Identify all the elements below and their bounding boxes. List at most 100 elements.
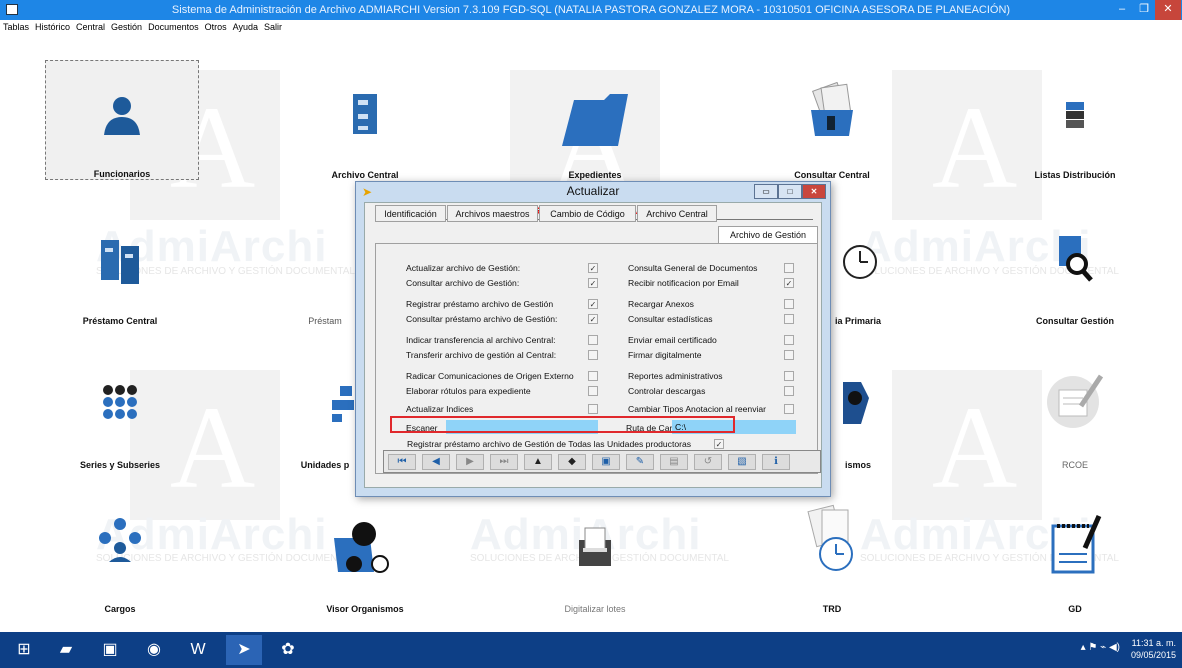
tile-series-subseries[interactable]: Series y Subseries: [45, 350, 195, 470]
tile-trd[interactable]: TRD: [757, 494, 907, 614]
clock[interactable]: 11:31 a. m. 09/05/2015: [1131, 637, 1176, 661]
option-label: Registrar préstamo archivo de Gestión: [406, 299, 554, 309]
store-icon[interactable]: ▣: [92, 635, 128, 665]
scanner-icon: [579, 527, 611, 566]
tile-prestamo[interactable]: Préstam: [290, 206, 360, 326]
save-button[interactable]: ▣: [592, 454, 620, 470]
tab-archivo-central[interactable]: Archivo Central: [637, 205, 717, 222]
tile-rcoe[interactable]: RCOE: [1000, 350, 1150, 470]
option-checkbox[interactable]: [784, 371, 794, 381]
option-checkbox[interactable]: ✓: [784, 278, 794, 288]
dialog-maximize-button[interactable]: □: [778, 184, 802, 199]
tray-icons[interactable]: ▴ ⚑ ⌁ ◀): [1081, 642, 1120, 653]
option-label: Elaborar rótulos para expediente: [406, 386, 531, 396]
admiarchi-icon[interactable]: ➤: [226, 635, 262, 665]
binoculars-icon: [334, 522, 389, 573]
option-checkbox[interactable]: ✓: [588, 299, 598, 309]
close-button[interactable]: ✕: [1155, 0, 1181, 20]
prev-record-button[interactable]: ◀: [422, 454, 450, 470]
file-explorer-icon[interactable]: ▰: [48, 635, 84, 665]
tile-label: Listas Distribución: [1034, 170, 1116, 180]
tile-label: Unidades p: [300, 460, 350, 470]
edit-button[interactable]: ✎: [626, 454, 654, 470]
clock-time: 11:31 a. m.: [1131, 638, 1176, 648]
word-icon[interactable]: W: [180, 635, 216, 665]
option-checkbox[interactable]: [784, 299, 794, 309]
menu-salir[interactable]: Salir: [261, 20, 285, 32]
tile-label: Préstamo Central: [82, 316, 158, 326]
chrome-icon[interactable]: ◉: [136, 635, 172, 665]
next-record-button[interactable]: ▶: [456, 454, 484, 470]
tab-panel-archivo-gestion: Actualizar archivo de Gestión: ✓ Consult…: [375, 243, 818, 474]
find-button[interactable]: ▲: [524, 454, 552, 470]
tile-expedientes[interactable]: Expedientes: [520, 60, 670, 180]
option-label: Controlar descargas: [628, 386, 706, 396]
option-checkbox[interactable]: [784, 350, 794, 360]
record-toolbar: ⏮ ◀ ▶ ⏭ ▲ ◆ ▣ ✎ ▤ ↺ ▧ ℹ: [383, 450, 821, 473]
help-button[interactable]: ℹ: [762, 454, 790, 470]
folder-docs-icon: [811, 82, 853, 136]
tile-listas-distribucion[interactable]: Listas Distribución: [1000, 60, 1150, 180]
tile-consultar-central[interactable]: Consultar Central: [757, 60, 907, 180]
maximize-button[interactable]: ❐: [1134, 0, 1154, 20]
tab-identificacion[interactable]: Identificación: [375, 205, 446, 222]
tile-label: Consultar Central: [794, 170, 870, 180]
menu-ayuda[interactable]: Ayuda: [230, 20, 261, 32]
window-title: Sistema de Administración de Archivo ADM…: [171, 4, 1011, 16]
all-units-checkbox[interactable]: ✓: [714, 439, 724, 449]
tile-gd[interactable]: GD: [1000, 494, 1150, 614]
people-icon: [99, 518, 141, 562]
option-checkbox[interactable]: ✓: [588, 314, 598, 324]
option-checkbox[interactable]: [588, 404, 598, 414]
option-checkbox[interactable]: [784, 314, 794, 324]
option-checkbox[interactable]: [784, 335, 794, 345]
option-checkbox[interactable]: [588, 335, 598, 345]
tile-archivo-central[interactable]: Archivo Central: [290, 60, 440, 180]
dialog-close-button[interactable]: ✕: [802, 184, 826, 199]
option-label: Actualizar Indices: [406, 404, 474, 414]
tile-digitalizar-lotes[interactable]: Digitalizar lotes: [520, 494, 670, 614]
option-label: Consultar estadísticas: [628, 314, 713, 324]
option-checkbox[interactable]: [588, 350, 598, 360]
option-checkbox[interactable]: [588, 371, 598, 381]
menu-documentos[interactable]: Documentos: [145, 20, 202, 32]
paint-icon[interactable]: ✿: [270, 635, 306, 665]
delete-button[interactable]: ▧: [728, 454, 756, 470]
option-checkbox[interactable]: [784, 263, 794, 273]
menu-tablas[interactable]: Tablas: [0, 20, 32, 32]
option-label: Recibir notificacion por Email: [628, 278, 739, 288]
menu-historico[interactable]: Histórico: [32, 20, 73, 32]
tile-unidades-productoras[interactable]: Unidades p: [290, 350, 360, 470]
tile-cargos[interactable]: Cargos: [45, 494, 195, 614]
car-button[interactable]: ◆: [558, 454, 586, 470]
option-checkbox[interactable]: ✓: [588, 278, 598, 288]
tile-funcionarios[interactable]: Funcionarios: [45, 60, 199, 180]
windows-start-icon[interactable]: ⊞: [6, 635, 42, 665]
option-checkbox[interactable]: [784, 386, 794, 396]
last-record-button[interactable]: ⏭: [490, 454, 518, 470]
option-label: Indicar transferencia al archivo Central…: [406, 335, 556, 345]
option-checkbox[interactable]: ✓: [588, 263, 598, 273]
folder-icon: [562, 94, 628, 146]
option-label: Transferir archivo de gestión al Central…: [406, 350, 557, 360]
tile-consultar-gestion[interactable]: Consultar Gestión: [1000, 206, 1150, 326]
menu-central[interactable]: Central: [73, 20, 108, 32]
option-checkbox[interactable]: [588, 386, 598, 396]
cabinet-icon: [353, 94, 377, 134]
first-record-button[interactable]: ⏮: [388, 454, 416, 470]
clock-date: 09/05/2015: [1130, 650, 1176, 660]
option-checkbox[interactable]: [784, 404, 794, 414]
tile-visor-organismos[interactable]: Visor Organismos: [290, 494, 440, 614]
all-units-label: Registrar préstamo archivo de Gestión de…: [407, 439, 692, 449]
menu-otros[interactable]: Otros: [202, 20, 230, 32]
tab-cambio-codigo[interactable]: Cambio de Código: [539, 205, 636, 222]
dialog-minimize-button[interactable]: ▭: [754, 184, 778, 199]
tile-prestamo-central[interactable]: Préstamo Central: [45, 206, 195, 326]
org-chart-icon: [332, 386, 354, 422]
print-button[interactable]: ▤: [660, 454, 688, 470]
tile-label: Préstam: [308, 316, 342, 326]
minimize-button[interactable]: –: [1112, 0, 1132, 20]
menu-gestion[interactable]: Gestión: [108, 20, 145, 32]
tab-archivos-maestros[interactable]: Archivos maestros: [447, 205, 538, 222]
undo-button[interactable]: ↺: [694, 454, 722, 470]
